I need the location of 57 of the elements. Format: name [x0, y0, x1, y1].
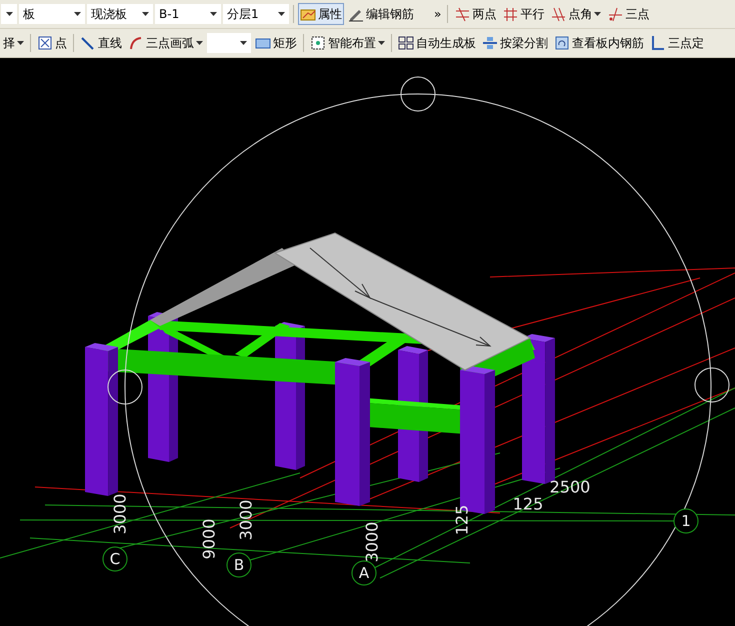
cross-lines-icon: [454, 6, 470, 22]
toolbar-button[interactable]: 按梁分割: [480, 32, 550, 54]
axis-bubble: A: [352, 560, 376, 586]
toolbar-button[interactable]: 属性: [298, 3, 344, 25]
toolbar-button[interactable]: 矩形: [253, 32, 299, 54]
dropdown-field[interactable]: [207, 33, 251, 53]
toolbar-button[interactable]: 点角: [548, 3, 604, 25]
axis-bubble: 1: [674, 508, 698, 534]
dropdown-field[interactable]: 现浇板: [87, 4, 153, 24]
caret-icon: [240, 41, 247, 45]
toolbar-button[interactable]: 三点定: [648, 32, 706, 54]
caret-icon: [210, 12, 217, 16]
axis-bubble: B: [226, 552, 252, 578]
overflow-button[interactable]: »: [432, 3, 444, 25]
caret-icon: [594, 12, 602, 16]
toolbar-button[interactable]: 编辑钢筋: [346, 3, 416, 25]
toolbar-button[interactable]: 查看板内钢筋: [552, 32, 646, 54]
dimension-label: 125: [452, 504, 472, 536]
dimension-label: 3000: [236, 500, 256, 540]
dropdown-field[interactable]: [1, 4, 17, 24]
toolbar-button[interactable]: 两点: [452, 3, 498, 25]
split-icon: [482, 35, 498, 51]
axis-bubble: C: [102, 546, 128, 572]
angle-lines-icon: [550, 6, 566, 22]
dropdown-field[interactable]: B-1: [155, 4, 221, 24]
line-icon: [80, 35, 96, 51]
caret-icon: [378, 41, 385, 45]
toolbar-button[interactable]: 自动生成板: [396, 32, 478, 54]
grid-icon: [398, 35, 414, 51]
caret-icon: [17, 41, 24, 45]
orbit-handle[interactable]: [108, 370, 142, 404]
rotate-icon: [554, 35, 570, 51]
toolbar-button[interactable]: 择: [1, 32, 26, 54]
dotted-square-icon: [310, 35, 326, 51]
x-box-icon: [37, 35, 53, 51]
dimension-label: 3000: [110, 494, 130, 534]
caret-icon: [6, 12, 13, 16]
caret-icon: [278, 12, 285, 16]
toolbar-button[interactable]: 直线: [78, 32, 124, 54]
arc-icon: [128, 35, 144, 51]
toolbar-button[interactable]: 智能布置: [308, 32, 387, 54]
curve-icon: [607, 6, 624, 22]
caret-icon: [196, 41, 203, 45]
caret-icon: [142, 12, 149, 16]
angle-icon: [650, 35, 666, 51]
orbit-handle[interactable]: [694, 368, 730, 402]
toolbar-button[interactable]: 三点画弧: [126, 32, 205, 54]
caret-icon: [74, 12, 81, 16]
toolbar-button[interactable]: 三点: [605, 3, 652, 25]
toolbar-button[interactable]: 平行: [500, 3, 546, 25]
orbit-handle[interactable]: [400, 76, 436, 112]
dimension-label: 3000: [362, 522, 382, 562]
toolbar-button[interactable]: 点: [35, 32, 69, 54]
dimension-label: 9000: [199, 518, 218, 560]
dropdown-field[interactable]: 板: [19, 4, 85, 24]
dropdown-field[interactable]: 分层1: [223, 4, 289, 24]
hash-icon: [502, 6, 518, 22]
